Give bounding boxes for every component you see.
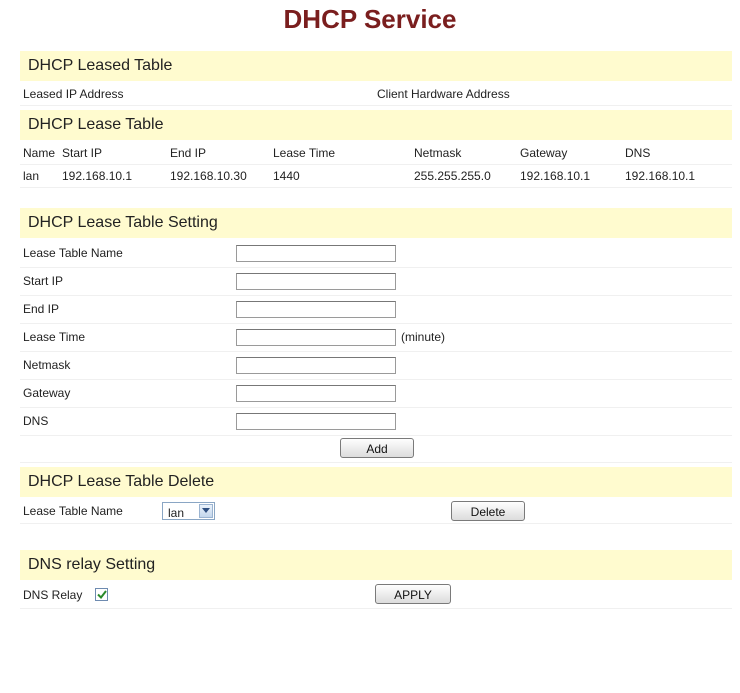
table-row: lan 192.168.10.1 192.168.10.30 1440 255.… — [20, 165, 732, 188]
delete-heading: DHCP Lease Table Delete — [20, 467, 732, 497]
delete-row: Lease Table Name lan Delete — [20, 499, 732, 524]
main-panel: DHCP Leased Table Leased IP Address Clie… — [20, 51, 732, 629]
lease-time-unit: (minute) — [401, 330, 446, 344]
row-gateway-cell: 192.168.10.1 — [520, 169, 591, 183]
leased-table-header-row: Leased IP Address Client Hardware Addres… — [20, 83, 732, 106]
lease-time-label: Lease Time — [23, 330, 86, 344]
gateway-input[interactable] — [236, 385, 396, 402]
lease-time-input[interactable] — [236, 329, 396, 346]
delete-button[interactable]: Delete — [451, 501, 525, 521]
field-row-end-ip: End IP — [20, 296, 732, 324]
field-row-dns: DNS — [20, 408, 732, 436]
leased-ip-header: Leased IP Address — [23, 87, 124, 101]
col-netmask-header: Netmask — [414, 146, 462, 160]
setting-heading: DHCP Lease Table Setting — [20, 208, 732, 238]
add-row: Add — [20, 436, 732, 463]
netmask-label: Netmask — [23, 358, 71, 372]
row-start-ip-cell: 192.168.10.1 — [62, 169, 133, 183]
gateway-label: Gateway — [23, 386, 71, 400]
dns-label: DNS — [23, 414, 49, 428]
lease-table-name-input[interactable] — [236, 245, 396, 262]
end-ip-label: End IP — [23, 302, 60, 316]
dns-relay-row: DNS Relay APPLY — [20, 582, 732, 609]
row-name-cell: lan — [23, 169, 40, 183]
row-end-ip-cell: 192.168.10.30 — [170, 169, 247, 183]
page-title: DHCP Service — [283, 4, 457, 34]
field-row-lease-table-name: Lease Table Name — [20, 240, 732, 268]
col-gateway-header: Gateway — [520, 146, 568, 160]
apply-button[interactable]: APPLY — [375, 584, 451, 604]
field-row-netmask: Netmask — [20, 352, 732, 380]
dns-relay-label: DNS Relay — [23, 588, 83, 602]
start-ip-input[interactable] — [236, 273, 396, 290]
lease-table-header-row: Name Start IP End IP Lease Time Netmask … — [20, 142, 732, 165]
chevron-down-icon[interactable] — [199, 504, 213, 518]
dns-input[interactable] — [236, 413, 396, 430]
lease-table-heading: DHCP Lease Table — [20, 110, 732, 140]
row-dns-cell: 192.168.10.1 — [625, 169, 696, 183]
col-lease-time-header: Lease Time — [273, 146, 336, 160]
delete-lease-table-name-label: Lease Table Name — [23, 504, 123, 518]
netmask-input[interactable] — [236, 357, 396, 374]
row-netmask-cell: 255.255.255.0 — [414, 169, 491, 183]
dns-relay-checkbox[interactable] — [95, 588, 108, 601]
add-button[interactable]: Add — [340, 438, 414, 458]
field-row-gateway: Gateway — [20, 380, 732, 408]
lease-table-name-label: Lease Table Name — [23, 246, 123, 260]
field-row-lease-time: Lease Time (minute) — [20, 324, 732, 352]
col-end-ip-header: End IP — [170, 146, 207, 160]
col-dns-header: DNS — [625, 146, 651, 160]
lease-table-select[interactable]: lan — [162, 502, 215, 520]
col-start-ip-header: Start IP — [62, 146, 103, 160]
start-ip-label: Start IP — [23, 274, 64, 288]
client-hw-header: Client Hardware Address — [377, 87, 510, 101]
row-lease-time-cell: 1440 — [273, 169, 300, 183]
col-name-header: Name — [23, 146, 56, 160]
lease-table-select-value: lan — [168, 506, 185, 520]
dns-relay-heading: DNS relay Setting — [20, 550, 732, 580]
check-icon — [97, 590, 107, 599]
bottom-spacer — [20, 609, 732, 629]
end-ip-input[interactable] — [236, 301, 396, 318]
field-row-start-ip: Start IP — [20, 268, 732, 296]
leased-table-heading: DHCP Leased Table — [20, 51, 732, 81]
